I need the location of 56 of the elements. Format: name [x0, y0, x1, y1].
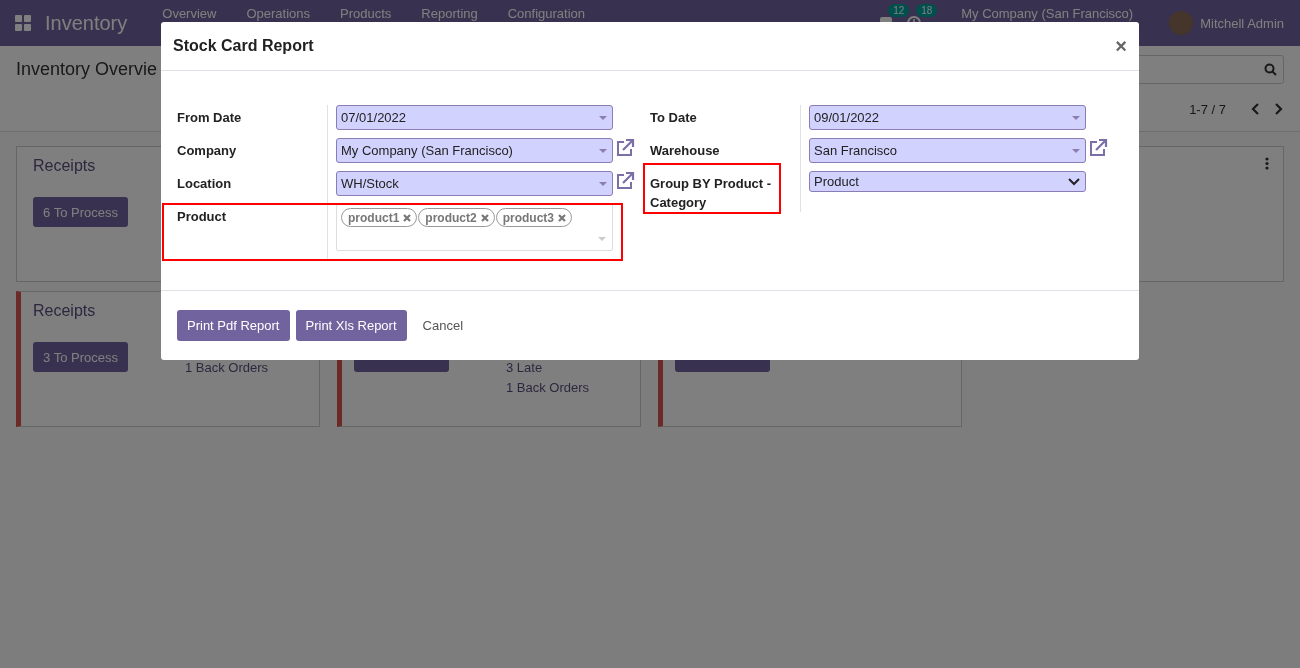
dropdown-field[interactable]: My Company (San Francisco) [336, 138, 613, 163]
field-label: From Date [177, 109, 243, 127]
external-link-icon[interactable] [615, 138, 635, 158]
cancel-link[interactable]: Cancel [422, 318, 463, 333]
field-label: Warehouse [650, 142, 721, 160]
menu-item[interactable]: Configuration [507, 7, 586, 21]
field-label: To Date [650, 109, 698, 127]
card-title[interactable]: Receipts [33, 155, 96, 177]
print-button[interactable]: Print Pdf Report [177, 310, 290, 341]
card-title[interactable]: Receipts [33, 300, 96, 322]
caret-icon [1072, 148, 1080, 153]
process-button[interactable]: 6 To Process [33, 197, 128, 227]
print-button[interactable]: Print Xls Report [295, 310, 407, 341]
caret-icon [598, 237, 606, 241]
previous-icon[interactable] [1250, 102, 1260, 116]
menu-item[interactable]: Products [340, 7, 392, 21]
user-name[interactable]: Mitchell Admin [1200, 15, 1284, 31]
search-icon[interactable] [1264, 62, 1277, 76]
remove-icon[interactable] [403, 213, 412, 222]
apps-menu-icon[interactable] [15, 15, 31, 31]
select-field[interactable]: Product [809, 171, 1086, 192]
menu-item[interactable]: Reporting [421, 7, 478, 21]
external-link-icon[interactable] [1088, 138, 1108, 158]
stat-link[interactable]: 3 Late [506, 358, 590, 378]
pager-value: 1-7 / 7 [1189, 101, 1226, 117]
dialog-title: Stock Card Report [173, 37, 314, 55]
field-label: Group BY Product - Category [650, 175, 773, 212]
caret-icon [599, 115, 607, 120]
caret-icon [599, 181, 607, 186]
caret-icon [599, 148, 607, 153]
field-label: Company [177, 142, 238, 160]
next-icon[interactable] [1274, 102, 1284, 116]
field-label: Location [177, 175, 233, 193]
count-badge: 18 [916, 4, 938, 17]
chevron-down-icon [1068, 177, 1080, 186]
stat-link[interactable]: 1 Back Orders [506, 378, 590, 398]
menu-item[interactable]: Operations [246, 7, 311, 21]
external-link-icon[interactable] [615, 171, 635, 191]
remove-icon[interactable] [480, 213, 489, 222]
tags-field[interactable]: product1 product2 product3 [336, 204, 613, 251]
dropdown-field[interactable]: San Francisco [809, 138, 1086, 163]
close-button[interactable]: × [1115, 36, 1127, 56]
menu-item[interactable]: Overview [162, 7, 217, 21]
app-name: Inventory [45, 11, 128, 35]
stat-link[interactable]: 1 Back Orders [185, 358, 269, 378]
count-badge: 12 [888, 4, 910, 17]
remove-icon[interactable] [558, 213, 567, 222]
date-field[interactable]: 07/01/2022 [336, 105, 613, 130]
company-switcher[interactable]: My Company (San Francisco) [961, 7, 1134, 21]
kebab-menu-icon[interactable] [1265, 157, 1269, 170]
caret-icon [1072, 115, 1080, 120]
page-title: Inventory Overvie [16, 58, 158, 80]
process-button[interactable]: 3 To Process [33, 342, 128, 372]
dropdown-field[interactable]: WH/Stock [336, 171, 613, 196]
date-field[interactable]: 09/01/2022 [809, 105, 1086, 130]
field-label: Product [177, 208, 228, 226]
